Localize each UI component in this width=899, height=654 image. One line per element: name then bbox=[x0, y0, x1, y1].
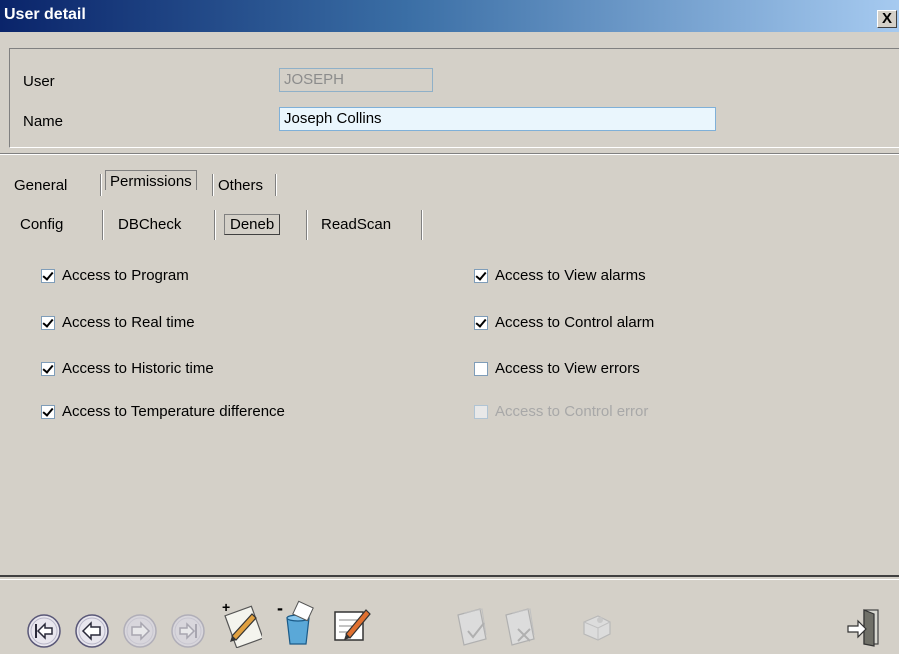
tab-separator bbox=[275, 174, 277, 196]
title-bar: User detail X bbox=[0, 0, 899, 32]
subtab-deneb[interactable]: Deneb bbox=[224, 214, 281, 235]
user-field: JOSEPH bbox=[279, 68, 433, 92]
toolbar-divider bbox=[0, 575, 899, 580]
checkbox-label: Access to Historic time bbox=[62, 360, 214, 377]
divider bbox=[0, 153, 899, 155]
subtab-separator bbox=[214, 210, 216, 240]
delete-record-icon[interactable]: - bbox=[275, 598, 317, 648]
tab-separator bbox=[100, 174, 102, 196]
svg-text:-: - bbox=[277, 598, 283, 618]
tab-separator bbox=[212, 174, 214, 196]
subtab-separator bbox=[421, 210, 423, 240]
cancel-icon bbox=[505, 608, 535, 646]
subtab-separator bbox=[102, 210, 104, 240]
exit-icon[interactable] bbox=[844, 606, 884, 648]
checkbox-real-time[interactable] bbox=[41, 316, 55, 330]
name-field[interactable]: Joseph Collins bbox=[279, 107, 716, 131]
tab-permissions[interactable]: Permissions bbox=[105, 170, 197, 190]
checkbox-historic-time[interactable] bbox=[41, 362, 55, 376]
subtab-readscan[interactable]: ReadScan bbox=[321, 216, 391, 233]
name-label: Name bbox=[23, 113, 64, 130]
checkbox-label: Access to Temperature difference bbox=[62, 403, 285, 420]
user-label: User bbox=[23, 73, 55, 90]
tab-others[interactable]: Others bbox=[218, 177, 263, 194]
svg-text:+: + bbox=[222, 599, 230, 615]
checkbox-temperature-difference[interactable] bbox=[41, 405, 55, 419]
checkbox-control-error bbox=[474, 405, 488, 419]
checkbox-label: Access to Control error bbox=[495, 403, 649, 420]
refresh-icon bbox=[583, 615, 611, 641]
checkbox-control-alarm[interactable] bbox=[474, 316, 488, 330]
previous-record-icon[interactable] bbox=[74, 613, 110, 649]
edit-record-icon[interactable] bbox=[332, 604, 372, 644]
checkbox-program[interactable] bbox=[41, 269, 55, 283]
first-record-icon[interactable] bbox=[26, 613, 62, 649]
checkbox-view-alarms[interactable] bbox=[474, 269, 488, 283]
window-title: User detail bbox=[4, 6, 86, 23]
checkbox-label: Access to View alarms bbox=[495, 267, 646, 284]
new-record-icon[interactable]: + bbox=[220, 598, 262, 648]
checkbox-label: Access to Program bbox=[62, 267, 189, 284]
checkbox-view-errors[interactable] bbox=[474, 362, 488, 376]
last-record-icon bbox=[171, 614, 205, 648]
confirm-icon bbox=[457, 608, 487, 646]
tab-general[interactable]: General bbox=[14, 177, 67, 194]
subtab-dbcheck[interactable]: DBCheck bbox=[118, 216, 181, 233]
checkbox-label: Access to View errors bbox=[495, 360, 640, 377]
user-panel bbox=[9, 48, 899, 148]
close-button[interactable]: X bbox=[877, 10, 897, 28]
checkbox-label: Access to Real time bbox=[62, 314, 195, 331]
subtab-separator bbox=[306, 210, 308, 240]
subtab-config[interactable]: Config bbox=[20, 216, 63, 233]
next-record-icon bbox=[123, 614, 157, 648]
checkbox-label: Access to Control alarm bbox=[495, 314, 655, 331]
